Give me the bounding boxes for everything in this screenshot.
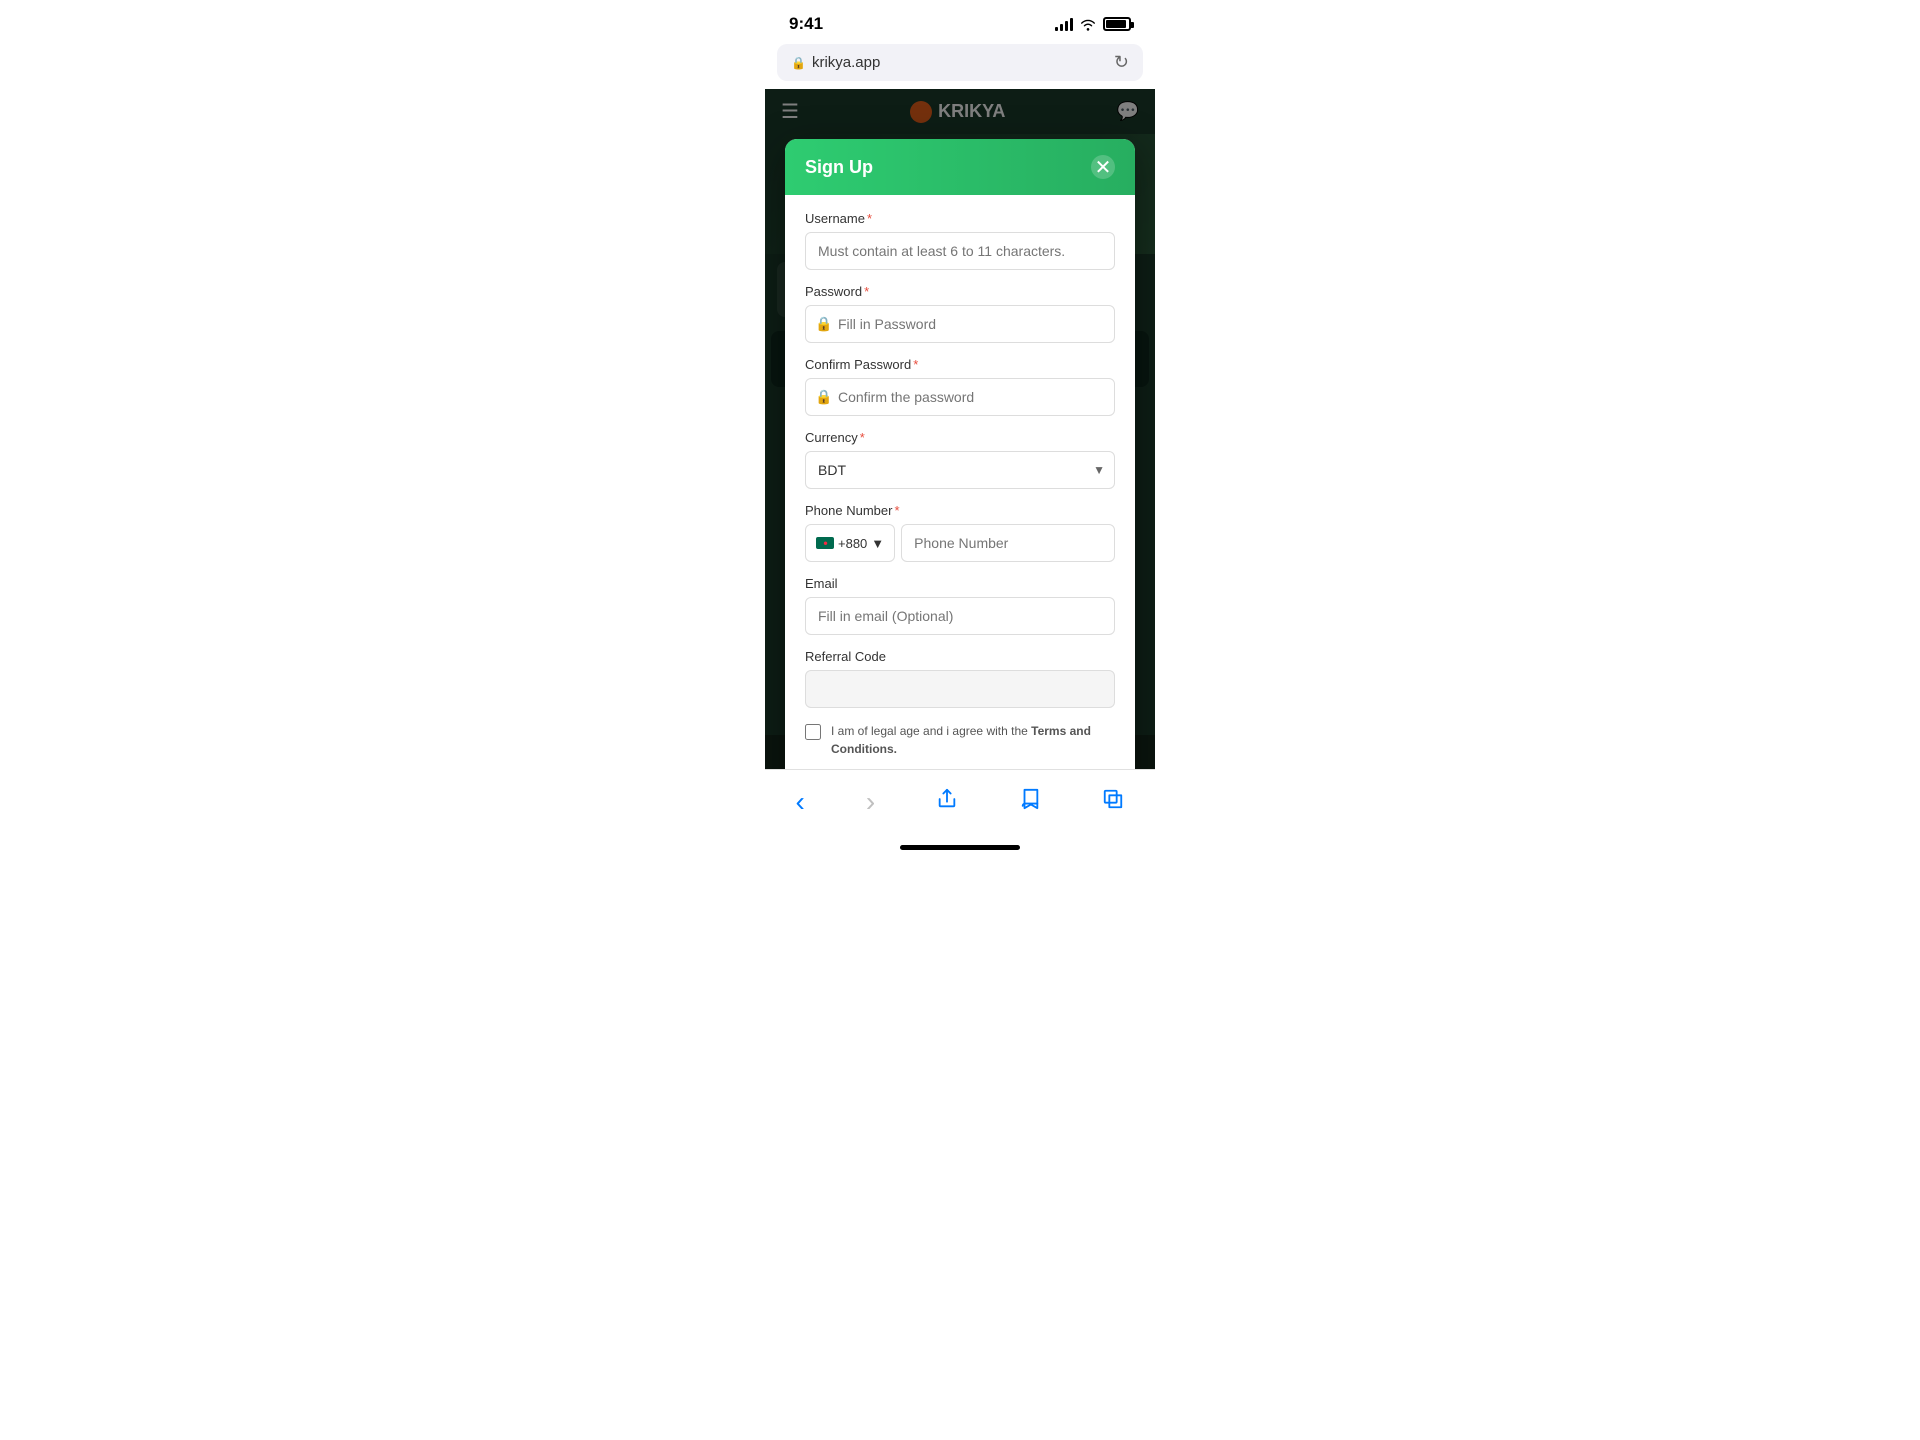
confirm-password-required: * [913, 357, 918, 372]
status-bar: 9:41 [765, 0, 1155, 40]
home-bar [900, 845, 1020, 850]
email-label: Email [805, 576, 1115, 591]
phone-group: Phone Number* +880 ▼ [805, 503, 1115, 562]
terms-text: I am of legal age and i agree with the T… [831, 722, 1115, 758]
phone-number-input[interactable] [901, 524, 1115, 562]
username-label: Username* [805, 211, 1115, 226]
referral-code-input[interactable] [805, 670, 1115, 708]
modal-body: Username* Password* 🔒 [785, 195, 1135, 769]
currency-select[interactable]: BDT USD EUR [805, 451, 1115, 489]
username-input[interactable] [805, 232, 1115, 270]
password-required: * [864, 284, 869, 299]
confirm-lock-icon: 🔒 [815, 389, 832, 406]
phone-country-selector[interactable]: +880 ▼ [805, 524, 895, 562]
status-time: 9:41 [789, 14, 823, 34]
currency-group: Currency* BDT USD EUR ▼ [805, 430, 1115, 489]
terms-row: I am of legal age and i agree with the T… [805, 722, 1115, 758]
confirm-password-input[interactable] [805, 378, 1115, 416]
currency-required: * [860, 430, 865, 445]
tabs-button[interactable] [1086, 784, 1140, 820]
share-button[interactable] [920, 784, 974, 820]
referral-label: Referral Code [805, 649, 1115, 664]
username-group: Username* [805, 211, 1115, 270]
lock-icon: 🔒 [791, 56, 806, 70]
confirm-password-input-wrapper: 🔒 [805, 378, 1115, 416]
modal-title: Sign Up [805, 157, 873, 178]
phone-label: Phone Number* [805, 503, 1115, 518]
country-dropdown-icon: ▼ [871, 536, 884, 551]
email-group: Email [805, 576, 1115, 635]
email-input[interactable] [805, 597, 1115, 635]
forward-button[interactable]: › [850, 782, 891, 822]
currency-select-wrapper: BDT USD EUR ▼ [805, 451, 1115, 489]
confirm-password-label: Confirm Password* [805, 357, 1115, 372]
wifi-icon [1079, 17, 1097, 31]
phone-required: * [894, 503, 899, 518]
password-group: Password* 🔒 [805, 284, 1115, 343]
signal-icon [1055, 17, 1073, 31]
password-input-wrapper: 🔒 [805, 305, 1115, 343]
referral-group: Referral Code [805, 649, 1115, 708]
url-text: krikya.app [812, 54, 880, 71]
url-bar[interactable]: 🔒 krikya.app ↻ [777, 44, 1143, 81]
bangladesh-flag [816, 537, 834, 549]
confirm-password-group: Confirm Password* 🔒 [805, 357, 1115, 416]
country-code: +880 [838, 536, 867, 551]
phone-row: +880 ▼ [805, 524, 1115, 562]
browser-bottom-nav: ‹ › [765, 769, 1155, 830]
battery-icon [1103, 17, 1131, 31]
password-input[interactable] [805, 305, 1115, 343]
signup-modal: Sign Up ✕ Username* Password* [785, 139, 1135, 769]
home-indicator [765, 830, 1155, 864]
terms-checkbox[interactable] [805, 724, 821, 740]
password-lock-icon: 🔒 [815, 316, 832, 333]
url-content: 🔒 krikya.app [791, 54, 880, 71]
password-label: Password* [805, 284, 1115, 299]
currency-label: Currency* [805, 430, 1115, 445]
username-required: * [867, 211, 872, 226]
website-background: ☰ KRIKYA 💬 REFERRAL REFERRAL 1,000,000 C… [765, 89, 1155, 769]
modal-header: Sign Up ✕ [785, 139, 1135, 195]
reload-icon[interactable]: ↻ [1114, 52, 1129, 73]
bookmarks-button[interactable] [1003, 784, 1057, 820]
modal-close-button[interactable]: ✕ [1091, 155, 1115, 179]
back-button[interactable]: ‹ [780, 782, 821, 822]
status-icons [1055, 17, 1131, 31]
